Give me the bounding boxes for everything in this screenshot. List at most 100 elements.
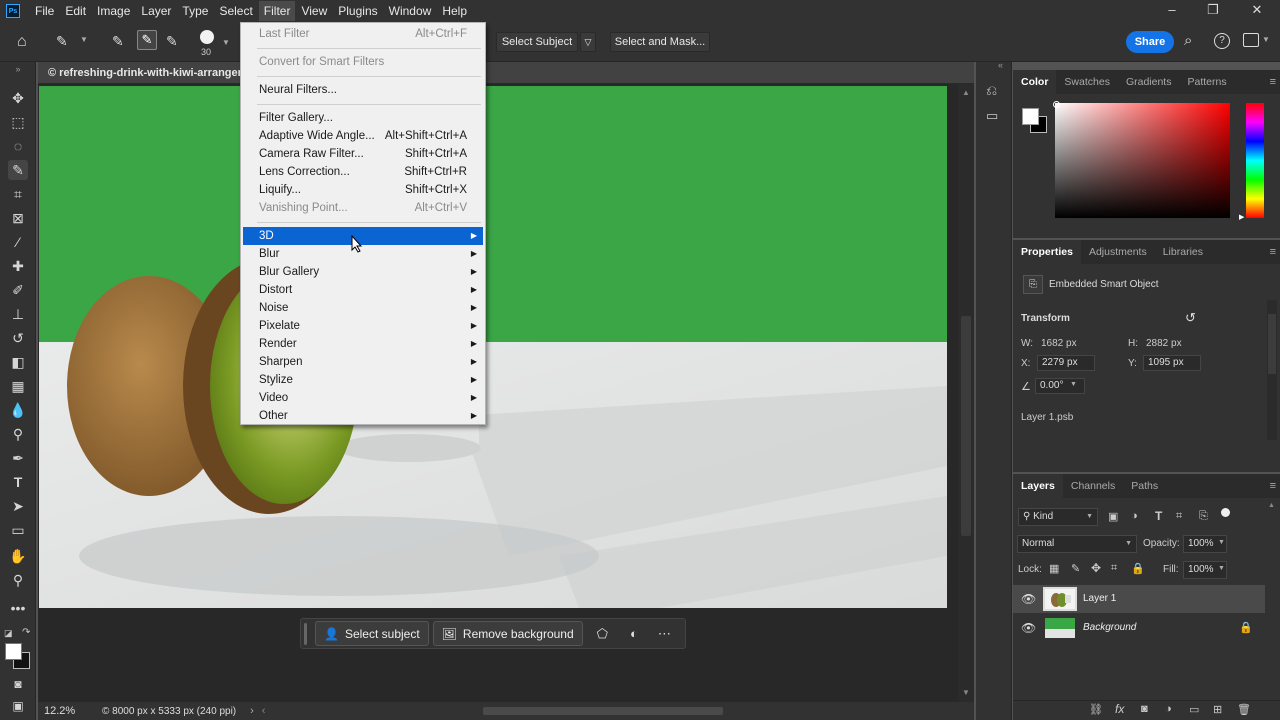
- foreground-color-swatch[interactable]: [5, 643, 22, 660]
- layer-row-layer-1[interactable]: 👁 Layer 1: [1013, 585, 1265, 613]
- scroll-up-icon[interactable]: ▲: [962, 88, 970, 97]
- menu-help[interactable]: Help: [437, 1, 472, 21]
- collapse-panels-icon[interactable]: «: [998, 60, 1003, 70]
- select-subject-button[interactable]: Select Subject: [496, 32, 578, 52]
- chevron-down-icon[interactable]: ▼: [1218, 539, 1225, 546]
- collapse-toolbar-icon[interactable]: »: [8, 59, 28, 79]
- add-mask-icon[interactable]: ◙: [1141, 703, 1148, 715]
- add-to-selection-icon[interactable]: ✎: [137, 30, 157, 50]
- menu-item-camera-raw-filter[interactable]: Camera Raw Filter... Shift+Ctrl+A: [243, 145, 483, 163]
- menu-item-sharpen[interactable]: Sharpen ▶: [243, 353, 483, 371]
- marquee-tool-icon[interactable]: ⬚: [8, 112, 28, 132]
- drag-handle[interactable]: [304, 622, 307, 645]
- crop-tool-icon[interactable]: ⌗: [8, 184, 28, 204]
- healing-brush-tool-icon[interactable]: ✚: [8, 256, 28, 276]
- chevron-down-icon[interactable]: ▼: [222, 38, 230, 47]
- swap-colors-icon[interactable]: ↷: [22, 627, 30, 638]
- tab-libraries[interactable]: Libraries: [1155, 240, 1211, 264]
- lock-artboard-icon[interactable]: ⌗: [1111, 562, 1117, 575]
- chevron-down-icon[interactable]: ▼: [1218, 565, 1225, 572]
- canvas-area[interactable]: [38, 84, 958, 702]
- brush-preview-icon[interactable]: [200, 30, 214, 44]
- panel-menu-icon[interactable]: ≡: [1270, 480, 1276, 492]
- y-position-field[interactable]: 1095 px: [1143, 355, 1201, 371]
- brush-tool-icon[interactable]: ✐: [8, 280, 28, 300]
- select-and-mask-button[interactable]: Select and Mask...: [610, 32, 710, 52]
- filter-type-icon[interactable]: T: [1155, 509, 1162, 523]
- comments-panel-icon[interactable]: ▭: [986, 108, 998, 124]
- menu-item-lens-correction[interactable]: Lens Correction... Shift+Ctrl+R: [243, 163, 483, 181]
- foreground-color-chip[interactable]: [1022, 108, 1039, 125]
- vertical-scrollbar[interactable]: ▲ ▼: [958, 84, 974, 702]
- close-icon[interactable]: ✕: [1247, 2, 1267, 18]
- menu-item-neural-filters[interactable]: Neural Filters...: [243, 81, 483, 99]
- more-tools-icon[interactable]: •••: [8, 598, 28, 618]
- pen-tool-icon[interactable]: ✒: [8, 448, 28, 468]
- scroll-thumb[interactable]: [1268, 314, 1276, 374]
- link-layers-icon[interactable]: ⛓: [1089, 703, 1103, 716]
- layer-filter-kind[interactable]: ⚲ Kind ▼: [1018, 508, 1098, 526]
- menu-view[interactable]: View: [296, 1, 332, 21]
- lasso-tool-icon[interactable]: ◌: [8, 136, 28, 156]
- filter-pixel-icon[interactable]: ▣: [1108, 510, 1118, 523]
- scroll-left-icon[interactable]: ‹: [262, 705, 266, 717]
- home-icon[interactable]: ⌂: [17, 33, 27, 51]
- menu-item-noise[interactable]: Noise ▶: [243, 299, 483, 317]
- menu-item-blur-gallery[interactable]: Blur Gallery ▶: [243, 263, 483, 281]
- panel-menu-icon[interactable]: ≡: [1270, 76, 1276, 88]
- hand-tool-icon[interactable]: ✋: [8, 546, 28, 566]
- layers-scrollbar[interactable]: ▲: [1267, 500, 1277, 696]
- menu-item-liquify[interactable]: Liquify... Shift+Ctrl+X: [243, 181, 483, 199]
- tab-patterns[interactable]: Patterns: [1179, 70, 1234, 94]
- screen-mode-icon[interactable]: ▣: [8, 696, 28, 716]
- width-value[interactable]: 1682 px: [1041, 338, 1077, 349]
- tab-channels[interactable]: Channels: [1063, 474, 1123, 498]
- move-tool-icon[interactable]: ✥: [8, 88, 28, 108]
- frame-tool-icon[interactable]: ⊠: [8, 208, 28, 228]
- tab-layers[interactable]: Layers: [1013, 474, 1063, 498]
- quick-selection-tool-icon[interactable]: ✎: [8, 160, 28, 180]
- maximize-icon[interactable]: ❐: [1203, 2, 1223, 18]
- document-tab[interactable]: © refreshing-drink-with-kiwi-arrangem: [38, 62, 974, 84]
- color-field[interactable]: [1055, 103, 1230, 218]
- menu-item-render[interactable]: Render ▶: [243, 335, 483, 353]
- new-layer-icon[interactable]: ⊞: [1213, 703, 1222, 716]
- properties-scrollbar[interactable]: [1267, 300, 1277, 440]
- menu-type[interactable]: Type: [177, 1, 213, 21]
- tab-adjustments[interactable]: Adjustments: [1081, 240, 1155, 264]
- angle-field[interactable]: 0.00°: [1035, 378, 1085, 394]
- scroll-thumb[interactable]: [961, 316, 971, 536]
- horizontal-scroll-thumb[interactable]: [483, 707, 724, 715]
- dodge-tool-icon[interactable]: ⚲: [8, 424, 28, 444]
- blur-tool-icon[interactable]: 💧: [8, 400, 28, 420]
- layer-row-background[interactable]: 👁 Background 🔒: [1013, 614, 1265, 642]
- filter-toggle-icon[interactable]: [1221, 508, 1230, 517]
- panel-menu-icon[interactable]: ≡: [1270, 246, 1276, 258]
- menu-image[interactable]: Image: [92, 1, 135, 21]
- chevron-down-icon[interactable]: ▼: [1070, 381, 1077, 388]
- workspace-icon[interactable]: [1243, 33, 1259, 47]
- status-menu-icon[interactable]: ›: [250, 705, 254, 717]
- color-picker-handle[interactable]: [1053, 101, 1060, 108]
- lock-transparent-icon[interactable]: ▦: [1049, 562, 1059, 575]
- menu-item-adaptive-wide-angle[interactable]: Adaptive Wide Angle... Alt+Shift+Ctrl+A: [243, 127, 483, 145]
- rectangle-tool-icon[interactable]: ▭: [8, 520, 28, 540]
- tab-properties[interactable]: Properties: [1013, 240, 1081, 264]
- filter-smart-object-icon[interactable]: ⎘: [1199, 510, 1208, 523]
- layer-effects-icon[interactable]: fx: [1115, 702, 1124, 716]
- eyedropper-tool-icon[interactable]: ⁄: [8, 232, 28, 252]
- scroll-up-icon[interactable]: ▲: [1268, 502, 1275, 509]
- new-selection-icon[interactable]: ✎: [112, 33, 124, 50]
- visibility-eye-icon[interactable]: 👁: [1021, 621, 1036, 635]
- zoom-tool-icon[interactable]: ⚲: [8, 570, 28, 590]
- adjust-icon[interactable]: ◐: [630, 626, 638, 641]
- document-image[interactable]: [39, 86, 947, 608]
- new-group-icon[interactable]: ▭: [1189, 703, 1199, 716]
- height-value[interactable]: 2882 px: [1146, 338, 1182, 349]
- menu-file[interactable]: File: [30, 1, 59, 21]
- history-panel-icon[interactable]: ⎌: [986, 82, 997, 99]
- layer-name[interactable]: Layer 1: [1083, 593, 1116, 604]
- hue-slider-handle[interactable]: ▶: [1239, 213, 1244, 221]
- path-selection-tool-icon[interactable]: ➤: [8, 496, 28, 516]
- type-tool-icon[interactable]: T: [8, 472, 28, 492]
